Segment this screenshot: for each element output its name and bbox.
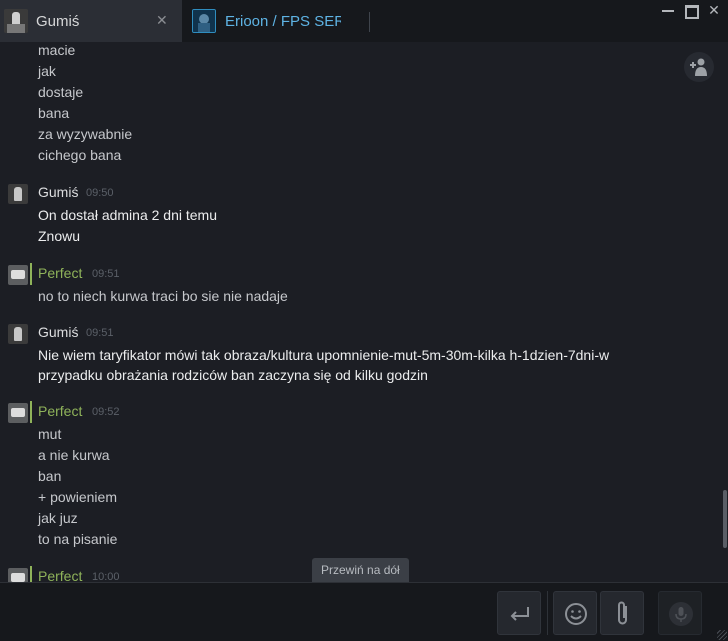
friend-indicator (30, 263, 32, 285)
message-line: ban (38, 468, 62, 484)
emoticon-button[interactable] (553, 591, 597, 635)
message-line: mut (38, 426, 62, 442)
voice-chat-button[interactable] (658, 591, 702, 635)
send-icon (510, 607, 529, 621)
friend-indicator (30, 566, 32, 582)
message-line: bana (38, 105, 70, 121)
close-window-button[interactable]: ✕ (704, 2, 724, 19)
timestamp: 09:52 (92, 406, 120, 418)
message-line: no to niech kurwa traci bo sie nie nadaj… (38, 288, 288, 304)
timestamp: 10:00 (92, 571, 120, 582)
sender-name[interactable]: Perfect (38, 403, 82, 419)
message-line: Znowu (38, 228, 81, 244)
message-line: to na pisanie (38, 531, 118, 547)
paperclip-icon (618, 601, 627, 625)
sender-name[interactable]: Perfect (38, 265, 82, 281)
send-button[interactable] (497, 591, 541, 635)
timestamp: 09:51 (92, 268, 120, 280)
microphone-icon (669, 602, 693, 626)
maximize-button[interactable] (682, 2, 702, 19)
avatar (192, 9, 216, 33)
tab-label: Erioon / FPS SERVI (225, 13, 341, 30)
minimize-button[interactable] (658, 0, 678, 12)
tab-bar: Gumiś ✕ Erioon / FPS SERVI ✕ (0, 0, 728, 42)
message-line: jak (38, 63, 56, 79)
sender-name[interactable]: Gumiś (38, 324, 78, 340)
message-line: macie (38, 42, 76, 58)
message-line: a nie kurwa (38, 447, 110, 463)
message-line: przypadku obrażania rodziców ban zaczyna… (38, 367, 428, 383)
avatar (4, 9, 28, 33)
scroll-to-bottom-button[interactable]: Przewiń na dół (312, 558, 409, 582)
timestamp: 09:50 (86, 187, 114, 199)
avatar[interactable] (8, 324, 28, 344)
attach-button[interactable] (600, 591, 644, 635)
sender-name[interactable]: Perfect (38, 568, 82, 582)
message-line: jak juz (38, 510, 78, 526)
tab-label: Gumiś (36, 13, 80, 30)
sender-name[interactable]: Gumiś (38, 184, 78, 200)
close-icon[interactable]: ✕ (156, 12, 168, 29)
minimize-icon (662, 10, 674, 12)
message-line: za wyzywabnie (38, 126, 133, 142)
timestamp: 09:51 (86, 327, 114, 339)
message-line: On dostał admina 2 dni temu (38, 207, 217, 223)
add-friend-button[interactable] (684, 52, 714, 82)
add-user-icon (690, 58, 707, 76)
resize-grip[interactable] (717, 630, 727, 640)
tab-group-chat[interactable]: Erioon / FPS SERVI (184, 0, 372, 42)
chat-log[interactable]: macie jak dostaje bana za wyzywabnie cic… (0, 42, 722, 582)
avatar[interactable] (8, 184, 28, 204)
scrollbar-thumb[interactable] (723, 490, 727, 548)
divider (547, 591, 548, 635)
emoticon-icon (565, 603, 587, 625)
avatar[interactable] (8, 403, 28, 423)
message-line: + powieniem (38, 489, 117, 505)
friend-indicator (30, 401, 32, 423)
message-composer (0, 582, 728, 641)
message-line: dostaje (38, 84, 84, 100)
tab-gumis[interactable]: Gumiś ✕ (0, 0, 182, 42)
message-line: cichego bana (38, 147, 122, 163)
message-line: Nie wiem taryfikator mówi tak obraza/kul… (38, 347, 610, 363)
avatar[interactable] (8, 568, 28, 582)
message-input[interactable] (0, 583, 494, 641)
tab-divider (369, 12, 370, 32)
avatar[interactable] (8, 265, 28, 285)
maximize-icon (685, 5, 699, 19)
